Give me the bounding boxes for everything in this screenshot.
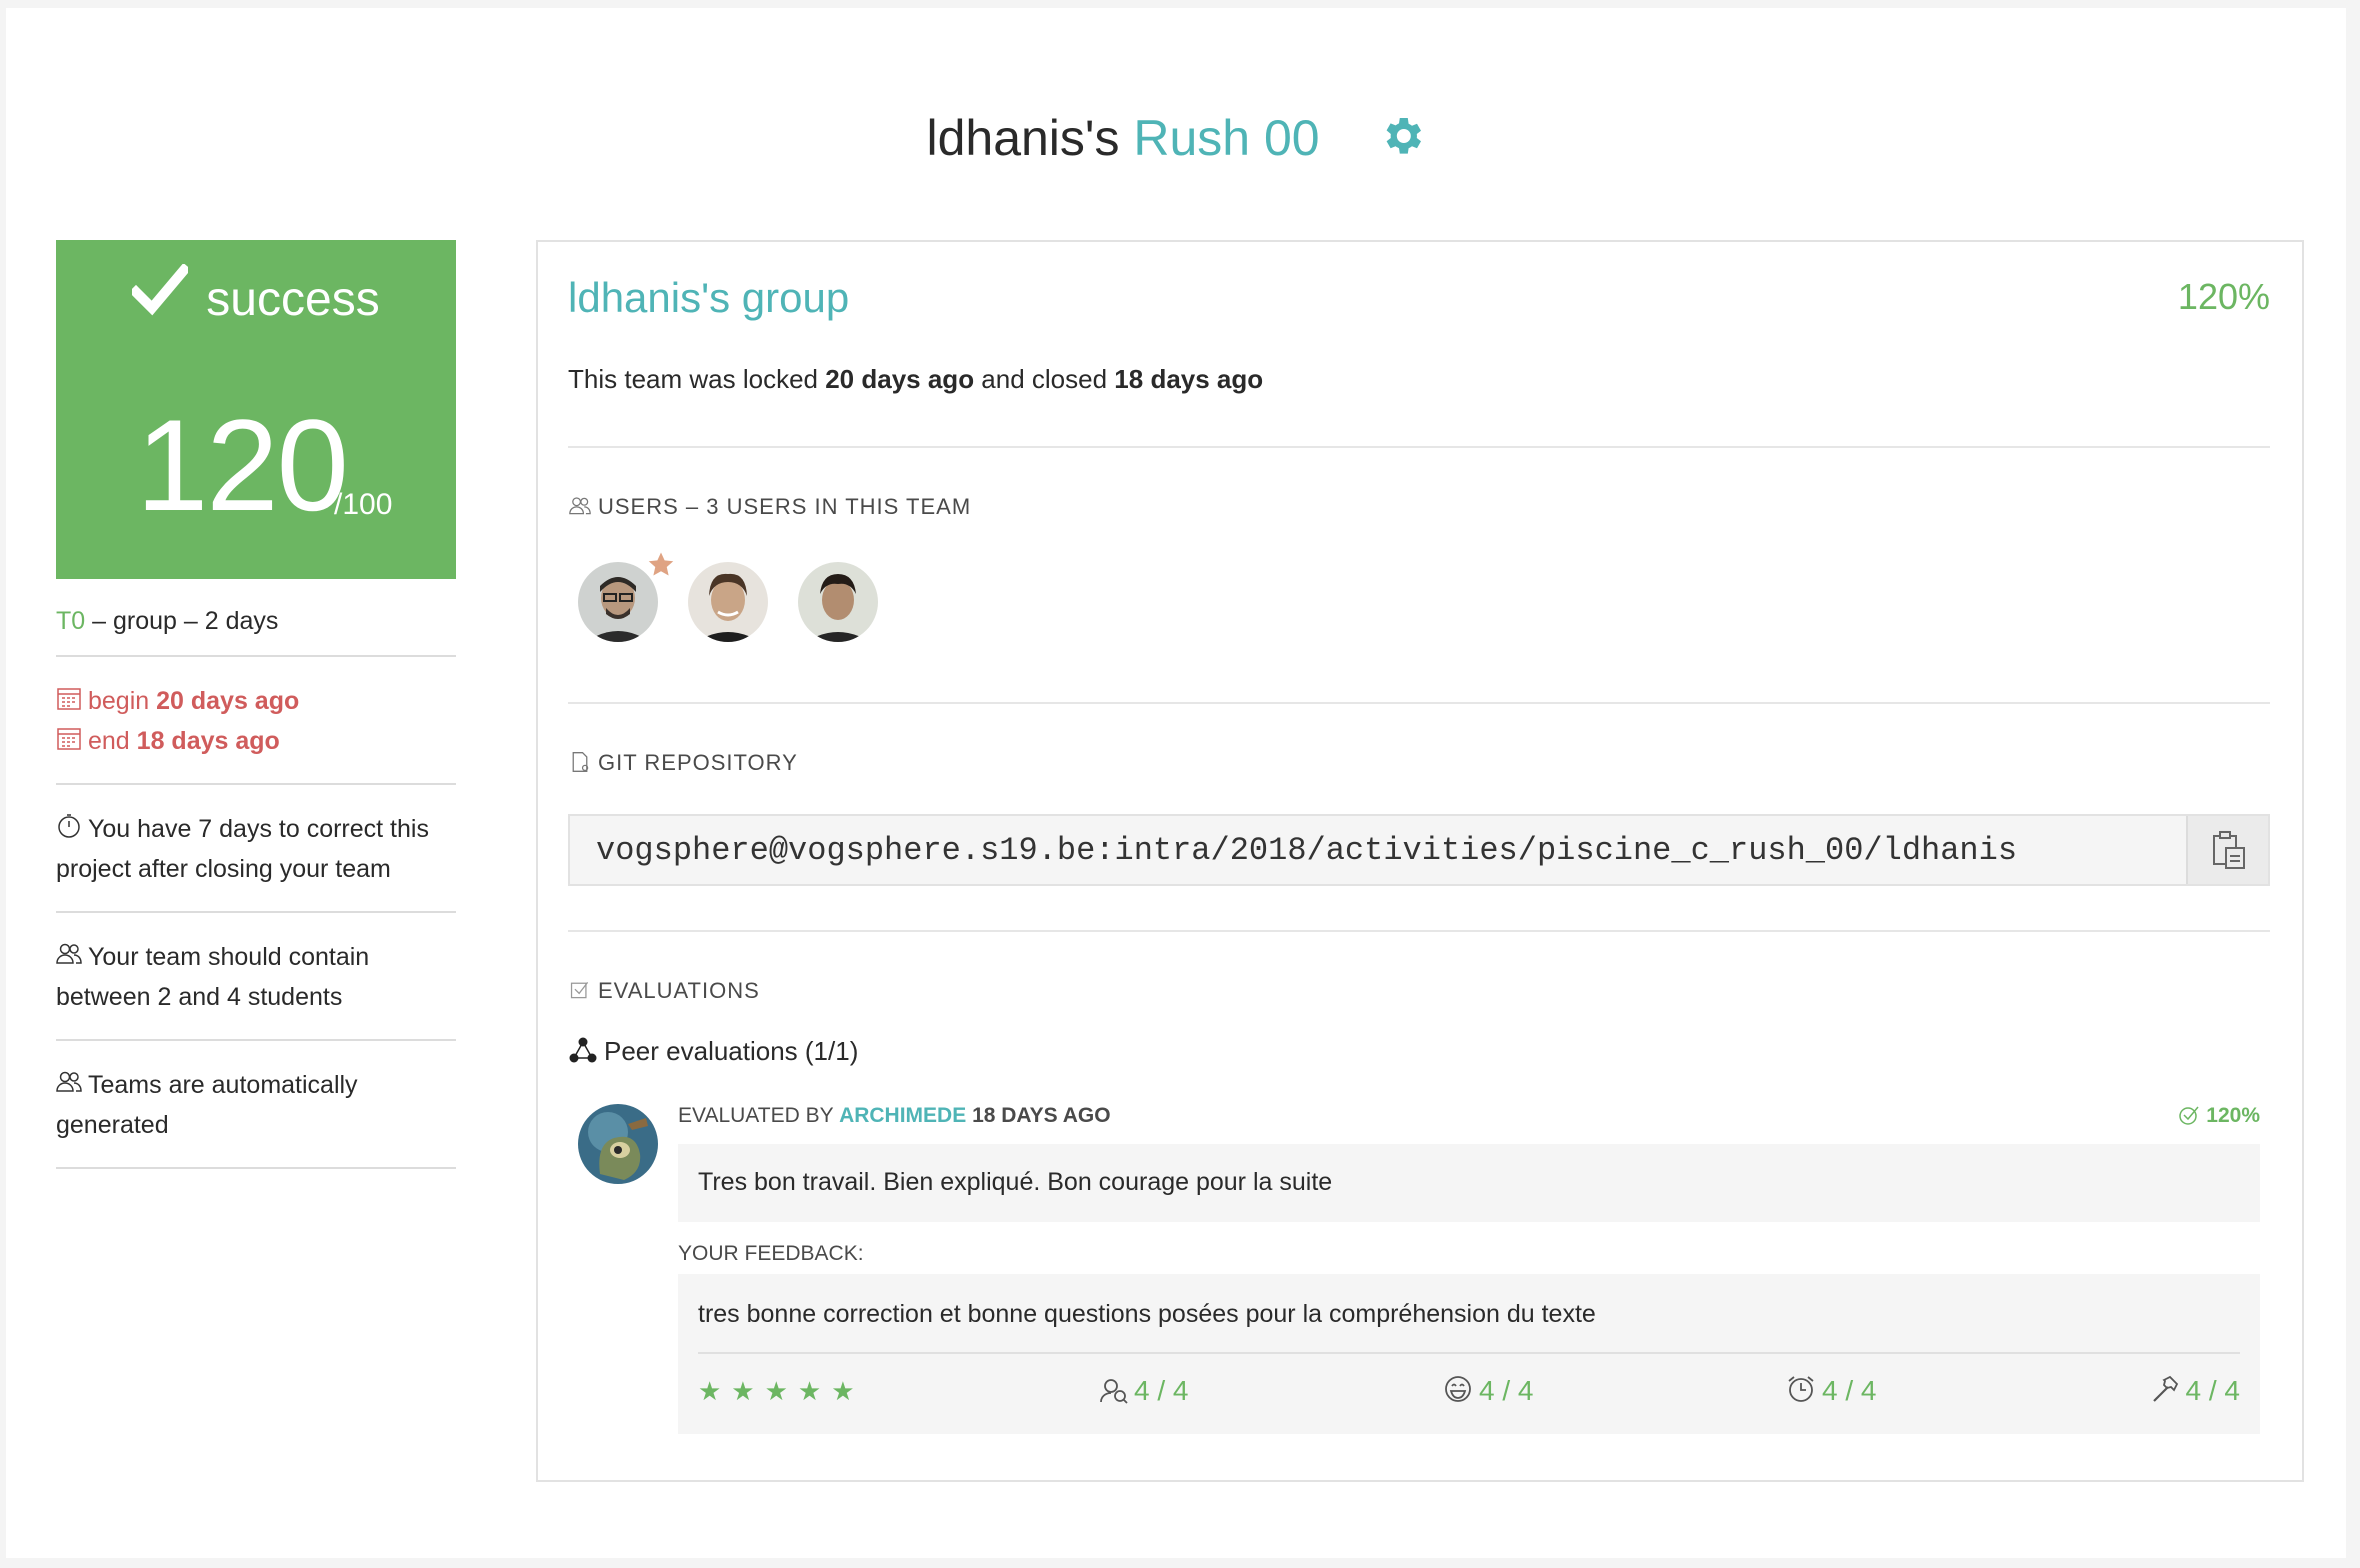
hammer-icon: [2152, 1375, 2178, 1402]
divider: [568, 446, 2270, 448]
check-circle-icon: [2179, 1106, 2199, 1125]
copy-button[interactable]: [2186, 816, 2268, 884]
page: ldhanis's Rush 00 success 120 /100 T0 – …: [6, 8, 2346, 1558]
project-owner: ldhanis's: [926, 110, 1120, 166]
calendar-icon: [57, 688, 81, 710]
begin-date: begin 20 days ago: [56, 681, 456, 721]
team-size-info: Your team should contain between 2 and 4…: [56, 913, 456, 1041]
page-title: ldhanis's Rush 00: [6, 108, 2346, 168]
project-details: – group – 2 days: [85, 607, 279, 635]
team-name[interactable]: ldhanis's group: [568, 274, 849, 322]
users-icon: [56, 943, 82, 964]
dates: begin 20 days ago end 18 days ago: [56, 657, 456, 785]
project-summary: success 120 /100 T0 – group – 2 days beg…: [56, 240, 456, 1169]
stopwatch-icon: [58, 814, 80, 838]
status-text: success: [206, 273, 380, 326]
rating-stars: ★★★★★: [698, 1376, 865, 1406]
team-final-mark: 120%: [2177, 276, 2270, 317]
feedback-label: YOUR FEEDBACK:: [678, 1242, 864, 1265]
network-icon: [569, 1037, 597, 1063]
evaluator-link[interactable]: ARCHIMEDE: [839, 1104, 966, 1127]
rating-nice: 4 / 4: [1443, 1374, 1533, 1407]
score-value: 120: [136, 392, 349, 538]
auto-team-info: Teams are automatically generated: [56, 1041, 456, 1169]
evaluation-mark: 120%: [2178, 1104, 2260, 1128]
file-icon: [572, 752, 589, 772]
interested-icon: [1100, 1379, 1128, 1404]
check-icon: [129, 263, 192, 316]
team-panel: ldhanis's group 120% This team was locke…: [536, 240, 2304, 1482]
divider: [568, 930, 2270, 932]
avatar[interactable]: [798, 562, 878, 642]
peer-evaluations-title: Peer evaluations (1/1): [568, 1036, 858, 1067]
divider: [568, 702, 2270, 704]
gear-icon[interactable]: [1378, 112, 1426, 160]
feedback-box: tres bonne correction et bonne questions…: [678, 1274, 2260, 1434]
smile-icon: [1445, 1376, 1471, 1402]
rating-punctuality: 4 / 4: [1786, 1374, 1876, 1407]
git-section-label: Git repository: [568, 750, 798, 776]
star-icon: [648, 552, 674, 576]
evaluator-avatar[interactable]: [578, 1104, 658, 1184]
team-lock-status: This team was locked 20 days ago and clo…: [568, 364, 1264, 394]
calendar-icon: [57, 728, 81, 750]
alarm-clock-icon: [1788, 1376, 1814, 1402]
end-date: end 18 days ago: [56, 721, 456, 761]
evaluator-info: EVALUATED BY ARCHIMEDE 18 DAYS AGO: [678, 1104, 1111, 1127]
evaluations-section-label: Evaluations: [568, 978, 760, 1004]
checkbox-icon: [570, 981, 589, 999]
project-type: T0 – group – 2 days: [56, 579, 456, 657]
evaluation-comment: Tres bon travail. Bien expliqué. Bon cou…: [678, 1144, 2260, 1222]
status-badge: success: [56, 263, 456, 330]
rating-rigorous: 4 / 4: [2150, 1374, 2240, 1407]
final-mark-box: success 120 /100: [56, 240, 456, 579]
avatar[interactable]: [688, 562, 768, 642]
correction-info: You have 7 days to correct this project …: [56, 785, 456, 913]
tier-label: T0: [56, 607, 86, 635]
project-name[interactable]: Rush 00: [1133, 110, 1319, 166]
score-max: /100: [334, 488, 393, 521]
users-section-label: Users – 3 users in this team: [568, 494, 971, 520]
feedback-text: tres bonne correction et bonne questions…: [698, 1300, 1596, 1328]
users-icon: [569, 497, 591, 515]
rating-interested: 4 / 4: [1098, 1374, 1188, 1407]
divider: [698, 1352, 2240, 1354]
feedback-ratings: ★★★★★ 4 / 4 4 / 4 4 / 4 4 / 4: [698, 1372, 2240, 1412]
clipboard-icon: [2213, 831, 2245, 869]
repo-field[interactable]: vogsphere@vogsphere.s19.be:intra/2018/ac…: [568, 814, 2270, 886]
repo-url[interactable]: vogsphere@vogsphere.s19.be:intra/2018/ac…: [596, 832, 2017, 869]
users-icon: [56, 1071, 82, 1092]
